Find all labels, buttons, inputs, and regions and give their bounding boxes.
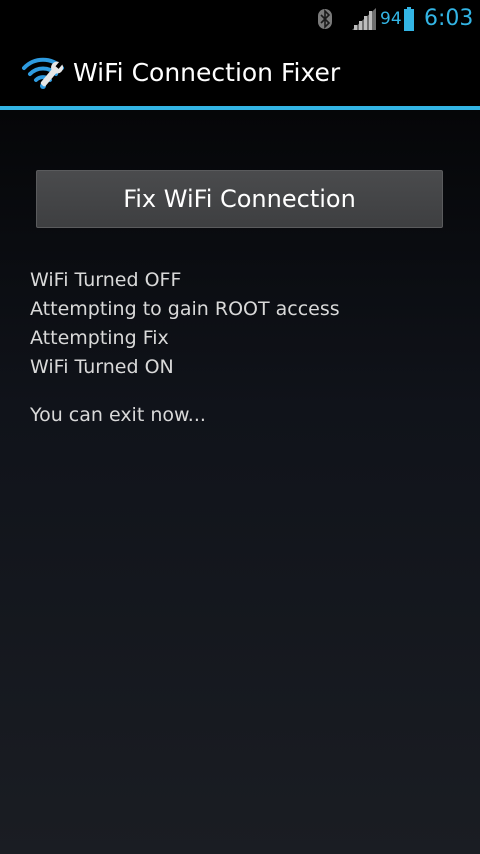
status-clock: 6:03 [424,6,474,31]
main-content: Fix WiFi Connection WiFi Turned OFF Atte… [0,110,480,854]
fix-wifi-button[interactable]: Fix WiFi Connection [36,170,443,228]
app-screen: 94 6:03 WiFi Connection Fixer Fix WiFi C… [0,0,480,854]
log-line: Attempting to gain ROOT access [30,298,340,320]
action-bar: WiFi Connection Fixer [0,38,480,106]
signal-icon [352,8,376,30]
log-line: WiFi Turned ON [30,356,174,378]
battery-icon [404,7,414,31]
log-line: Attempting Fix [30,327,169,349]
wifi-wrench-icon[interactable] [20,52,66,92]
status-log: WiFi Turned OFF Attempting to gain ROOT … [30,266,460,382]
bluetooth-icon [318,9,332,29]
exit-message: You can exit now... [30,404,206,426]
app-title: WiFi Connection Fixer [73,58,341,87]
battery-percentage: 94 [380,9,402,29]
log-line: WiFi Turned OFF [30,269,182,291]
status-bar: 94 6:03 [0,0,480,38]
